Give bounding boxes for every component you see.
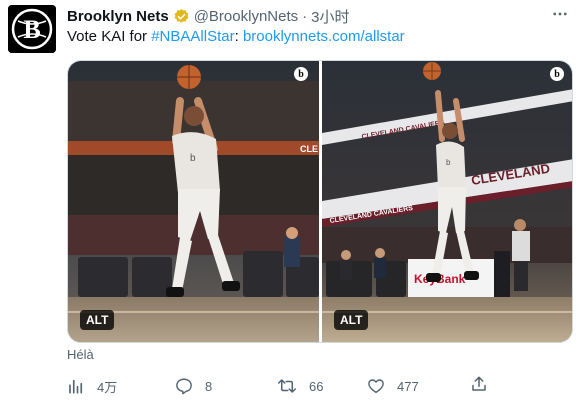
translate-label[interactable]: Hélà — [67, 347, 94, 362]
action-bar: 4万 8 66 477 — [67, 374, 507, 398]
like-count: 477 — [397, 378, 419, 394]
nets-watermark-icon: b — [550, 67, 564, 81]
tweet-text-prefix: Vote KAI for — [67, 28, 152, 45]
media-grid: CLE b b ALT CLEVELAND CAVALIERS CLEVELAN… — [67, 60, 573, 343]
tweet-header: Brooklyn Nets @BrooklynNets · 3小时 — [67, 6, 349, 26]
photo-left-image: CLE b — [68, 61, 319, 342]
avatar[interactable]: B — [8, 5, 56, 53]
analytics-icon — [67, 377, 85, 395]
retweet-button[interactable]: 66 — [277, 374, 323, 398]
share-icon — [470, 375, 488, 398]
separator-dot: · — [302, 7, 308, 25]
alt-badge[interactable]: ALT — [334, 310, 369, 330]
retweet-count: 66 — [309, 378, 324, 394]
reply-count: 8 — [205, 378, 213, 394]
handle[interactable]: @BrooklynNets — [194, 8, 298, 25]
photo-left[interactable]: CLE b b ALT — [68, 61, 319, 342]
reply-icon — [175, 377, 193, 395]
display-name[interactable]: Brooklyn Nets — [67, 8, 169, 25]
photo-right[interactable]: CLEVELAND CAVALIERS CLEVELAND CLEVELAND … — [322, 61, 572, 342]
svg-text:b: b — [446, 158, 451, 167]
like-button[interactable]: 477 — [367, 374, 419, 398]
timestamp[interactable]: 3小时 — [311, 6, 349, 27]
hashtag-link[interactable]: #NBAAllStar — [151, 28, 234, 45]
reply-button[interactable]: 8 — [175, 374, 212, 398]
retweet-icon — [277, 377, 297, 395]
heart-icon — [367, 377, 385, 395]
more-dots-icon[interactable] — [548, 4, 572, 24]
svg-text:CLE: CLE — [300, 144, 318, 154]
views-button[interactable]: 4万 — [67, 374, 117, 398]
alt-badge[interactable]: ALT — [80, 310, 115, 330]
photo-right-image: CLEVELAND CAVALIERS CLEVELAND CLEVELAND … — [322, 61, 572, 342]
nets-logo: B — [8, 5, 56, 53]
tweet-text-colon: : — [234, 28, 243, 45]
share-button[interactable] — [470, 374, 488, 398]
svg-text:b: b — [190, 153, 196, 164]
nets-watermark-icon: b — [294, 67, 308, 81]
views-count: 4万 — [97, 379, 118, 395]
tweet-text: Vote KAI for #NBAAllStar: brooklynnets.c… — [67, 27, 405, 47]
url-link[interactable]: brooklynnets.com/allstar — [243, 28, 405, 45]
svg-text:B: B — [23, 15, 40, 44]
verified-badge-icon — [173, 8, 190, 25]
